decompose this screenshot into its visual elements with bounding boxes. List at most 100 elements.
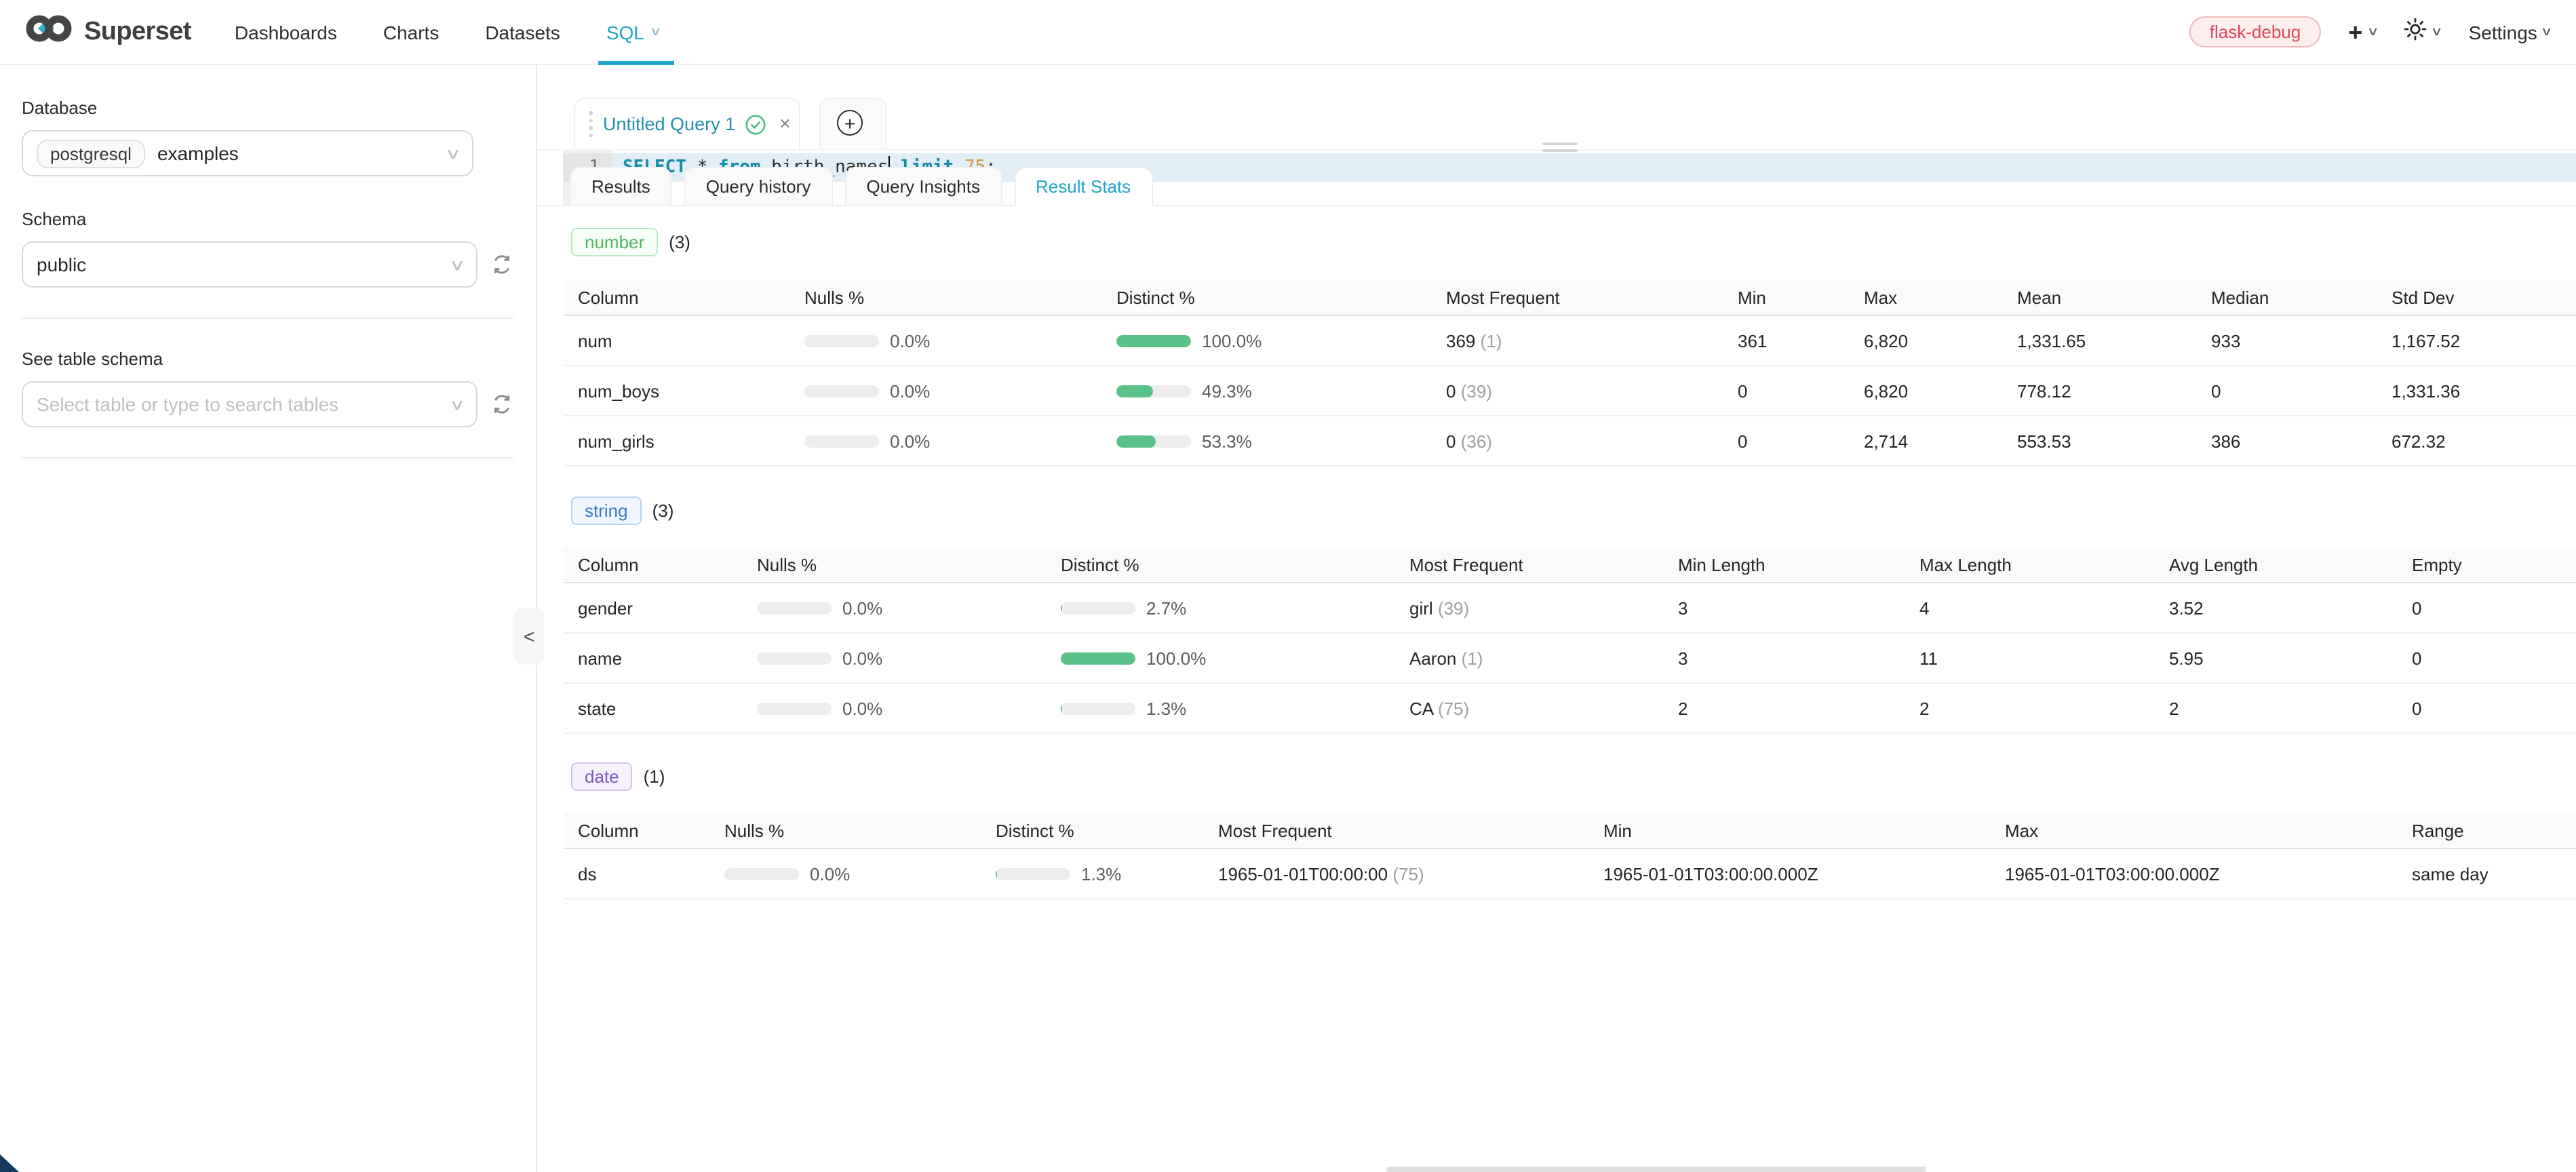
panel-resize-handle[interactable]	[1542, 142, 1578, 155]
table-schema-label: See table schema	[22, 349, 514, 369]
sidebar-divider	[22, 317, 514, 319]
max-length-cell: 2	[1906, 683, 2155, 733]
column-name-cell: num_girls	[564, 416, 791, 466]
horizontal-scrollbar-thumb[interactable]	[1386, 1167, 1926, 1172]
string-section-header: string (3)	[571, 496, 674, 525]
column-header: Median	[2198, 279, 2378, 315]
table-row: num_girls 0.0% 53.3% 0 (36) 0 2,714 553.…	[564, 416, 2576, 466]
mean-cell: 778.12	[2004, 366, 2198, 416]
table-row: ds 0.0% 1.3% 1965-01-01T00:00:00 (75) 19…	[564, 848, 2576, 899]
most-frequent-cell: 0 (39)	[1432, 366, 1724, 416]
distinct-bar	[1061, 703, 1135, 715]
results-tabs: Results Query history Query Insights Res…	[570, 167, 1152, 206]
theme-menu[interactable]: ∨	[2404, 17, 2441, 47]
sun-icon	[2404, 17, 2427, 47]
stddev-cell: 1,331.36	[2378, 366, 2576, 416]
type-badge-string: string	[571, 496, 642, 525]
navbar-right: flask-debug + ∨ ∨ Settings	[2189, 16, 2552, 47]
brand-name: Superset	[84, 17, 191, 47]
tab-query-insights[interactable]: Query Insights	[844, 167, 1002, 206]
nulls-cell: 0.0%	[711, 848, 982, 899]
most-frequent-cell: girl (39)	[1396, 583, 1664, 633]
chevron-down-icon: ∨	[449, 395, 465, 413]
collapse-sidebar-button[interactable]: <	[514, 608, 544, 665]
column-name-cell: num	[564, 315, 791, 366]
max-cell: 6,820	[1850, 315, 2004, 366]
nav-item-sql-label: SQL	[606, 21, 644, 43]
min-cell: 361	[1724, 315, 1850, 366]
avg-length-cell: 2	[2155, 683, 2398, 733]
max-cell: 2,714	[1850, 416, 2004, 466]
close-tab-icon[interactable]: ✕	[779, 115, 791, 133]
superset-logo[interactable]: Superset	[24, 14, 191, 50]
nulls-bar	[804, 385, 879, 397]
query-tab-title: Untitled Query 1	[603, 114, 735, 134]
type-badge-number: number	[571, 228, 658, 256]
sidebar-divider	[22, 457, 514, 458]
mean-cell: 1,331.65	[2004, 315, 2198, 366]
distinct-bar	[996, 868, 1070, 880]
distinct-cell: 49.3%	[1103, 366, 1432, 416]
settings-label: Settings	[2469, 21, 2537, 43]
settings-menu[interactable]: Settings ∨	[2469, 21, 2552, 43]
tab-result-stats[interactable]: Result Stats	[1014, 167, 1152, 206]
min-cell: 1965-01-01T03:00:00.000Z	[1590, 848, 1991, 899]
tab-results[interactable]: Results	[570, 167, 672, 206]
table-select[interactable]: Select table or type to search tables ∨	[22, 381, 477, 427]
column-header: Distinct %	[1103, 279, 1432, 315]
table-row: name 0.0% 100.0% Aaron (1) 3 11 5.95 0	[564, 633, 2576, 683]
add-query-tab-button[interactable]: +	[837, 110, 863, 136]
max-cell: 6,820	[1850, 366, 2004, 416]
schema-select[interactable]: public ∨	[22, 241, 477, 288]
nulls-bar	[724, 868, 799, 880]
number-section-header: number (3)	[571, 228, 690, 256]
nav-item-dashboards[interactable]: Dashboards	[235, 0, 337, 64]
chevron-down-icon: ∨	[649, 24, 661, 39]
schema-value: public	[37, 254, 86, 275]
min-cell: 0	[1724, 366, 1850, 416]
nulls-cell: 0.0%	[743, 683, 1047, 733]
refresh-tables-icon[interactable]	[490, 392, 514, 416]
column-header: Std Dev	[2378, 279, 2576, 315]
avg-length-cell: 3.52	[2155, 583, 2398, 633]
column-header: Min Length	[1664, 547, 1906, 583]
nulls-bar	[757, 652, 832, 665]
nav-item-sql[interactable]: SQL ∨	[606, 0, 660, 64]
mean-cell: 553.53	[2004, 416, 2198, 466]
empty-cell: 0	[2398, 633, 2576, 683]
column-header: Min	[1590, 813, 1991, 848]
drag-handle-icon[interactable]	[589, 111, 592, 137]
column-header: Avg Length	[2155, 547, 2398, 583]
column-header: Column	[564, 813, 711, 848]
avg-length-cell: 5.95	[2155, 633, 2398, 683]
sql-editor-pane: Untitled Query 1 ✕ + 1 SELECT * from bir…	[537, 65, 2576, 1172]
distinct-bar	[1116, 335, 1191, 347]
column-header: Distinct %	[1047, 547, 1396, 583]
min-length-cell: 3	[1664, 583, 1906, 633]
max-cell: 1965-01-01T03:00:00.000Z	[1991, 848, 2398, 899]
distinct-cell: 100.0%	[1103, 315, 1432, 366]
nulls-bar	[757, 602, 832, 614]
nulls-bar	[757, 703, 832, 715]
nulls-bar	[804, 335, 879, 347]
sql-lab-sidebar: Database postgresql examples ∨ Schema pu…	[0, 65, 536, 1172]
table-row: num 0.0% 100.0% 369 (1) 361 6,820 1,331.…	[564, 315, 2576, 366]
new-item-menu[interactable]: + ∨	[2348, 20, 2377, 44]
column-header: Range	[2398, 813, 2576, 848]
database-select[interactable]: postgresql examples ∨	[22, 130, 473, 176]
nulls-cell: 0.0%	[743, 583, 1047, 633]
column-header: Max Length	[1906, 547, 2155, 583]
nulls-cell: 0.0%	[791, 315, 1103, 366]
stddev-cell: 672.32	[2378, 416, 2576, 466]
nav-item-datasets[interactable]: Datasets	[485, 0, 560, 64]
refresh-schemas-icon[interactable]	[490, 252, 514, 277]
column-header: Min	[1724, 279, 1850, 315]
chevron-down-icon: ∨	[445, 144, 461, 162]
database-label: Database	[22, 98, 514, 118]
plus-icon: +	[2348, 20, 2362, 44]
table-header-row: Column Nulls % Distinct % Most Frequent …	[564, 813, 2576, 848]
query-tab[interactable]: Untitled Query 1 ✕	[574, 98, 800, 149]
nav-item-charts[interactable]: Charts	[383, 0, 439, 64]
string-column-count: (3)	[652, 501, 674, 521]
tab-query-history[interactable]: Query history	[684, 167, 833, 206]
